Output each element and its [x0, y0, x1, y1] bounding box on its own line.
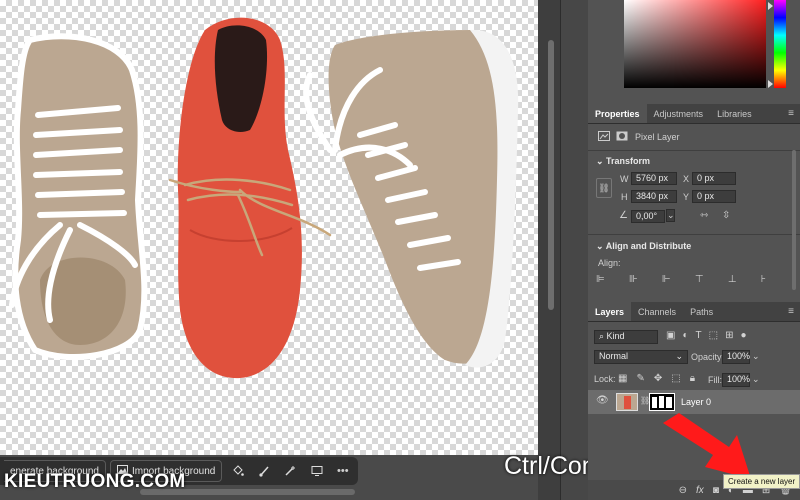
tab-properties[interactable]: Properties	[588, 104, 647, 123]
vertical-scrollbar[interactable]	[548, 40, 554, 310]
thumbnail-red-shoe	[624, 396, 631, 409]
filter-smart-object-icon[interactable]: ⊞	[725, 330, 733, 341]
link-layers-icon[interactable]: ⊖	[679, 485, 687, 496]
lock-label: Lock:	[594, 374, 616, 384]
document-canvas[interactable]	[0, 0, 538, 455]
panel-menu-icon[interactable]: ≡	[788, 109, 794, 119]
transform-section-title[interactable]: ⌄ Transform	[596, 156, 650, 167]
align-center-icon[interactable]: ⊪	[629, 274, 638, 285]
color-saturation-field[interactable]	[624, 0, 766, 88]
layer-thumbnail[interactable]	[616, 393, 638, 411]
adjust-icon[interactable]	[305, 460, 327, 482]
align-bottom-icon[interactable]: ⊦	[761, 274, 766, 285]
opacity-field[interactable]: 100%	[722, 350, 750, 364]
hue-marker-icon	[768, 2, 773, 10]
lock-transparency-icon[interactable]: ▦	[618, 373, 627, 384]
beige-sneaker-right	[303, 29, 519, 368]
panel-menu-icon[interactable]: ≡	[788, 307, 794, 317]
chevron-down-icon[interactable]: ⌄	[752, 351, 760, 362]
brush-plus-icon[interactable]	[279, 460, 301, 482]
align-label: Align:	[598, 258, 621, 268]
align-section-title[interactable]: ⌄ Align and Distribute	[596, 241, 691, 252]
layer-mask-icon[interactable]	[616, 131, 628, 144]
flip-horizontal-icon[interactable]: ⇿	[700, 210, 708, 221]
lock-position-icon[interactable]: ✥	[654, 373, 662, 384]
chevron-down-icon: ⌄	[596, 241, 606, 251]
align-top-icon[interactable]: ⊤	[695, 274, 704, 285]
angle-dropdown-icon[interactable]: ⌄	[666, 209, 675, 222]
red-arrow-annotation	[663, 413, 751, 479]
pixel-layer-icon	[598, 131, 610, 144]
y-field[interactable]: 0 px	[692, 190, 736, 203]
red-boot	[168, 17, 332, 379]
watermark-text: KIEUTRUONG.COM	[4, 471, 186, 492]
divider	[588, 234, 800, 235]
properties-tabbar: Properties Adjustments Libraries ≡	[588, 104, 800, 124]
tab-layers[interactable]: Layers	[588, 302, 632, 321]
visibility-eye-icon[interactable]: 👁︎	[596, 395, 609, 406]
layers-tabbar: Layers Channels Paths ≡	[588, 302, 800, 322]
align-left-icon[interactable]: ⊫	[596, 274, 605, 285]
more-icon[interactable]: •••	[332, 460, 354, 482]
filter-icons-row: ▣ ◐ T ⬚ ⊞ ●	[666, 330, 766, 341]
filter-pixel-icon[interactable]: ▣	[666, 330, 675, 341]
hue-slider[interactable]	[774, 0, 786, 88]
hue-marker-icon	[768, 80, 773, 88]
brush-icon[interactable]	[253, 460, 275, 482]
opacity-label: Opacity:	[691, 352, 725, 362]
align-title: Align and Distribute	[605, 241, 692, 251]
color-panel	[588, 0, 800, 104]
angle-icon: ∠	[619, 210, 628, 221]
filter-toggle-icon[interactable]: ●	[740, 330, 746, 341]
align-icons-row: ⊫ ⊪ ⊩ ⊤ ⊥ ⊦	[596, 274, 766, 285]
flip-vertical-icon[interactable]: ⇳	[722, 210, 730, 221]
chevron-down-icon: ⌄	[596, 156, 607, 166]
chevron-down-icon: ⌄	[675, 351, 683, 361]
search-icon: ⌕	[599, 331, 607, 341]
link-icon[interactable]: ⛓	[596, 178, 612, 198]
shoes-image	[9, 17, 519, 379]
layer-filter-dropdown[interactable]: ⌕ Kind	[594, 330, 658, 344]
paint-bucket-icon[interactable]	[226, 460, 248, 482]
h-label: H	[621, 192, 628, 202]
y-label: Y	[683, 192, 690, 202]
filter-shape-icon[interactable]: ⬚	[709, 330, 718, 341]
lock-icons-row: ▦ ✎ ✥ ⬚ 🔒︎	[618, 373, 695, 384]
w-label: W	[620, 174, 629, 184]
height-field[interactable]: 3840 px	[631, 190, 677, 203]
fill-label: Fill:	[708, 375, 722, 385]
filter-kind-label: Kind	[606, 331, 625, 341]
divider	[588, 150, 800, 151]
align-middle-icon[interactable]: ⊥	[728, 274, 737, 285]
fill-field[interactable]: 100%	[722, 373, 750, 387]
filter-type-icon[interactable]: T	[696, 330, 702, 341]
lock-artboard-icon[interactable]: ⬚	[671, 373, 680, 384]
tab-channels[interactable]: Channels	[631, 302, 683, 321]
pixel-layer-label: Pixel Layer	[635, 132, 680, 142]
lock-all-icon[interactable]: 🔒︎	[690, 373, 695, 384]
x-field[interactable]: 0 px	[692, 172, 736, 185]
beige-sneaker-left	[9, 33, 148, 361]
tab-libraries[interactable]: Libraries	[710, 104, 759, 123]
panel-scrollbar[interactable]	[792, 150, 796, 290]
blend-mode-value: Normal	[599, 351, 629, 361]
x-label: X	[683, 174, 690, 184]
width-field[interactable]: 5760 px	[631, 172, 677, 185]
angle-field[interactable]: 0,00°	[631, 210, 665, 223]
blend-mode-dropdown[interactable]: Normal ⌄	[594, 350, 688, 364]
chevron-down-icon[interactable]: ⌄	[752, 374, 760, 385]
transform-title: Transform	[606, 156, 651, 166]
lock-brush-icon[interactable]: ✎	[636, 373, 644, 384]
add-mask-icon[interactable]: ◙	[713, 485, 719, 496]
align-right-icon[interactable]: ⊩	[662, 274, 671, 285]
new-layer-tooltip: Create a new layer	[723, 474, 800, 489]
fx-icon[interactable]: fx	[696, 485, 704, 496]
tab-paths[interactable]: Paths	[683, 302, 720, 321]
tab-adjustments[interactable]: Adjustments	[647, 104, 711, 123]
panel-dock-strip	[560, 0, 588, 500]
filter-adjustment-icon[interactable]: ◐	[682, 330, 688, 341]
